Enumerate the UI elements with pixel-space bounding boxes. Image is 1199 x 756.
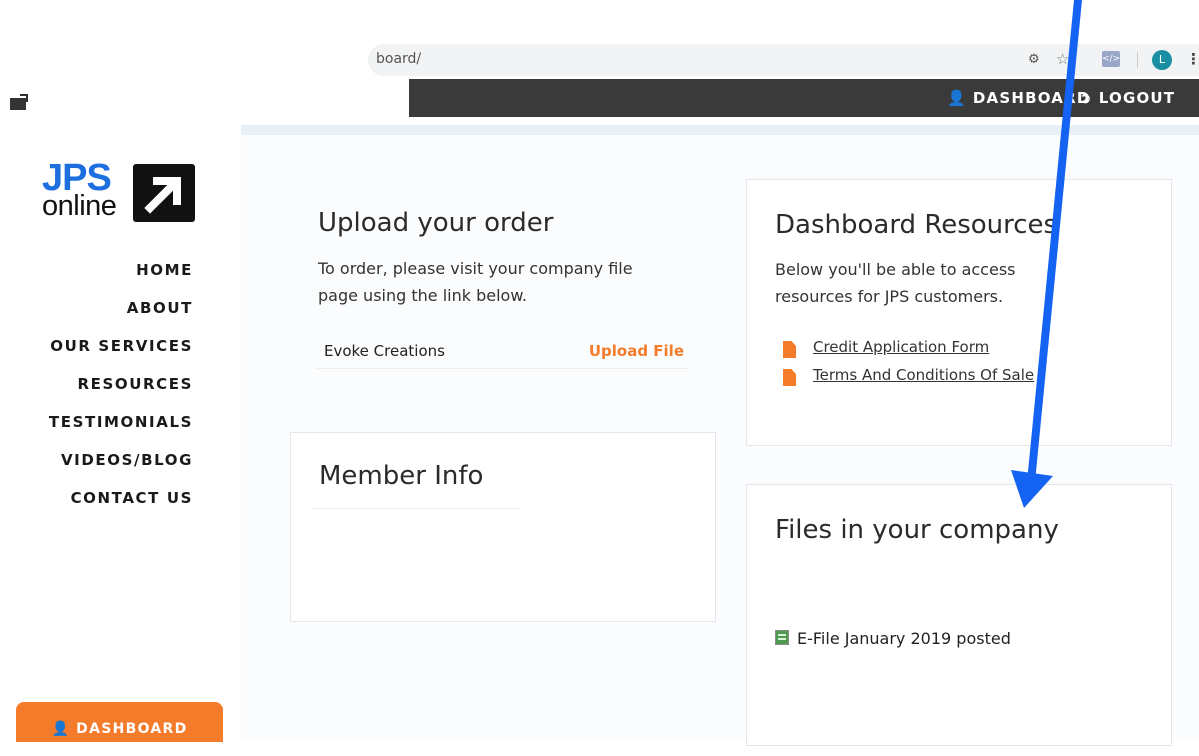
topbar-logout-link[interactable]: ➲ LOGOUT xyxy=(1079,89,1175,107)
sidebar-item-testimonials[interactable]: TESTIMONIALS xyxy=(0,410,193,448)
topbar-dashboard-link[interactable]: 👤 DASHBOARD xyxy=(947,89,1091,107)
content-top-strip xyxy=(241,125,1199,135)
company-name: Evoke Creations xyxy=(324,342,445,360)
sidebar-item-contact-us[interactable]: CONTACT US xyxy=(0,486,193,524)
dev-tools-icon[interactable]: </> xyxy=(1102,51,1120,67)
upload-order-title: Upload your order xyxy=(318,208,554,238)
logo-arrow-icon xyxy=(133,164,195,222)
upload-file-link[interactable]: Upload File xyxy=(589,342,684,360)
upload-order-description: To order, please visit your company file… xyxy=(318,259,633,305)
topbar-logout-label: LOGOUT xyxy=(1098,89,1176,107)
sidebar-item-home[interactable]: HOME xyxy=(0,258,193,296)
dashboard-resources-card: Dashboard Resources Below you'll be able… xyxy=(746,179,1172,446)
sidebar-item-our-services[interactable]: OUR SERVICES xyxy=(0,334,193,372)
member-info-title: Member Info xyxy=(319,461,484,491)
dashboard-resources-description: Below you'll be able to access resources… xyxy=(775,260,1016,306)
sidebar-item-resources[interactable]: RESOURCES xyxy=(0,372,193,410)
user-icon: 👤 xyxy=(947,89,967,107)
logout-icon: ➲ xyxy=(1079,89,1093,107)
company-files-card: Files in your company E-File January 201… xyxy=(746,484,1172,746)
kebab-menu-icon[interactable]: ⋮ xyxy=(1186,50,1199,68)
credit-application-link[interactable]: Credit Application Form xyxy=(813,338,989,356)
terms-conditions-link[interactable]: Terms And Conditions Of Sale xyxy=(813,366,1034,384)
window-icon xyxy=(10,94,28,110)
dashboard-resources-title: Dashboard Resources xyxy=(775,210,1058,240)
user-icon: 👤 xyxy=(51,721,71,737)
url-text[interactable]: board/ xyxy=(376,51,421,67)
company-files-title: Files in your company xyxy=(775,515,1059,545)
company-row: Evoke Creations Upload File xyxy=(316,340,688,369)
profile-avatar[interactable]: L xyxy=(1152,50,1172,70)
file-name[interactable]: E-File January 2019 posted xyxy=(797,629,1011,648)
document-icon xyxy=(783,369,796,386)
address-bar[interactable]: board/ ⚙ ☆ </> L ⋮ xyxy=(368,44,1199,76)
sidebar-item-about[interactable]: ABOUT xyxy=(0,296,193,334)
sidebar-nav: HOME ABOUT OUR SERVICES RESOURCES TESTIM… xyxy=(0,258,193,524)
toolbar-divider xyxy=(1137,52,1138,68)
document-icon xyxy=(783,341,796,358)
logo-brand-bottom: online xyxy=(42,190,117,222)
member-info-card: Member Info xyxy=(290,432,716,622)
extension-icon[interactable]: ⚙ xyxy=(1028,52,1040,67)
sidebar-dashboard-button[interactable]: 👤 DASHBOARD xyxy=(16,702,223,742)
topbar-dashboard-label: DASHBOARD xyxy=(972,89,1091,107)
divider xyxy=(311,508,521,509)
sidebar-item-videos-blog[interactable]: VIDEOS/BLOG xyxy=(0,448,193,486)
spreadsheet-icon xyxy=(775,630,789,645)
file-list-item[interactable]: E-File January 2019 posted xyxy=(775,629,1011,648)
sidebar-dashboard-label: DASHBOARD xyxy=(76,721,188,737)
star-icon[interactable]: ☆ xyxy=(1056,50,1069,68)
top-navbar: 👤 DASHBOARD ➲ LOGOUT xyxy=(409,79,1199,117)
